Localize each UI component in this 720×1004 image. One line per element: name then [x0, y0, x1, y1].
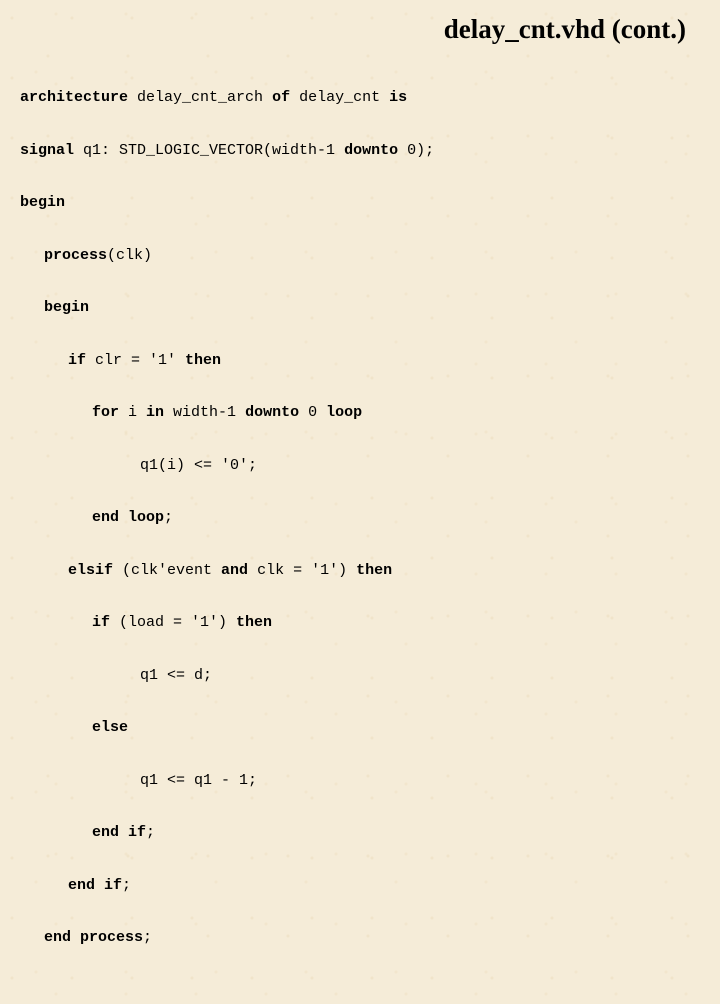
slide: delay_cnt.vhd (cont.) architecture delay… — [0, 0, 720, 1004]
keyword: if — [128, 824, 146, 841]
keyword: loop — [128, 509, 164, 526]
keyword: end — [44, 929, 71, 946]
code-text: delay_cnt_arch — [128, 89, 272, 106]
code-line: elsif (clk'event and clk = '1') then — [20, 558, 696, 584]
keyword: begin — [44, 299, 89, 316]
keyword: if — [68, 352, 86, 369]
code-line: q1 <= d; — [20, 663, 696, 689]
code-line: end loop; — [20, 505, 696, 531]
keyword: else — [92, 719, 128, 736]
code-text — [95, 877, 104, 894]
keyword: in — [146, 404, 164, 421]
code-text — [71, 929, 80, 946]
code-line: if (load = '1') then — [20, 610, 696, 636]
code-line: end process; — [20, 925, 696, 951]
code-text: ; — [146, 824, 155, 841]
code-line: process(clk) — [20, 243, 696, 269]
code-line: q1 <= q1 - 1; — [20, 768, 696, 794]
code-text: ; — [143, 929, 152, 946]
code-line: for i in width-1 downto 0 loop — [20, 400, 696, 426]
code-line: q1(i) <= '0'; — [20, 453, 696, 479]
code-block: architecture delay_cnt_arch of delay_cnt… — [20, 59, 696, 1004]
keyword: architecture — [20, 89, 128, 106]
keyword: loop — [326, 404, 362, 421]
keyword: process — [80, 929, 143, 946]
keyword: end — [92, 824, 119, 841]
code-line: end if; — [20, 820, 696, 846]
keyword: then — [185, 352, 221, 369]
code-text: q1 <= d; — [140, 667, 212, 684]
code-text: clr = '1' — [86, 352, 185, 369]
keyword: downto — [344, 142, 398, 159]
code-text: 0 — [299, 404, 326, 421]
slide-title: delay_cnt.vhd (cont.) — [20, 14, 686, 45]
keyword: begin — [20, 194, 65, 211]
keyword: end — [68, 877, 95, 894]
code-line: else — [20, 715, 696, 741]
code-text: (clk'event — [113, 562, 221, 579]
code-text — [119, 824, 128, 841]
code-line: end if; — [20, 873, 696, 899]
keyword: for — [92, 404, 119, 421]
keyword: process — [44, 247, 107, 264]
keyword: of — [272, 89, 290, 106]
code-text: (clk) — [107, 247, 152, 264]
code-text: delay_cnt — [290, 89, 389, 106]
keyword: downto — [245, 404, 299, 421]
code-line: begin — [20, 190, 696, 216]
code-text — [119, 509, 128, 526]
code-line: architecture delay_cnt_arch of delay_cnt… — [20, 85, 696, 111]
code-line: signal q1: STD_LOGIC_VECTOR(width-1 down… — [20, 138, 696, 164]
code-text: (load = '1') — [110, 614, 236, 631]
code-text: ; — [122, 877, 131, 894]
code-text: clk = '1') — [248, 562, 356, 579]
keyword: if — [104, 877, 122, 894]
code-text: i — [119, 404, 146, 421]
keyword: then — [356, 562, 392, 579]
code-text: width-1 — [164, 404, 245, 421]
keyword: and — [221, 562, 248, 579]
keyword: is — [389, 89, 407, 106]
code-text: q1(i) <= '0'; — [140, 457, 257, 474]
keyword: end — [92, 509, 119, 526]
code-text: 0); — [398, 142, 434, 159]
keyword: elsif — [68, 562, 113, 579]
code-text: q1 <= q1 - 1; — [140, 772, 257, 789]
keyword: then — [236, 614, 272, 631]
keyword: if — [92, 614, 110, 631]
code-text: ; — [164, 509, 173, 526]
code-line: begin — [20, 295, 696, 321]
keyword: signal — [20, 142, 74, 159]
code-text: q1: STD_LOGIC_VECTOR(width-1 — [74, 142, 344, 159]
code-line: if clr = '1' then — [20, 348, 696, 374]
